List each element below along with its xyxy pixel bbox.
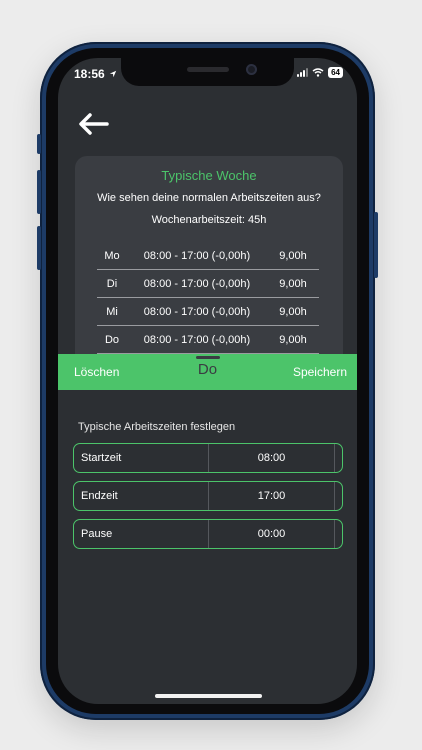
battery-icon: 64 (328, 67, 343, 78)
day-label: Mo (104, 249, 120, 262)
sheet-action-bar: Löschen Do Speichern (58, 354, 357, 390)
start-time-field[interactable]: Startzeit 08:00 (73, 443, 343, 473)
card-question: Wie sehen deine normalen Arbeitszeiten a… (97, 192, 321, 204)
field-label: Endzeit (74, 482, 209, 510)
day-label: Mi (106, 305, 118, 318)
hours-total: 9,00h (279, 249, 307, 262)
day-label: Do (104, 333, 120, 346)
status-time: 18:56 (74, 67, 117, 81)
cellular-signal-icon (297, 68, 309, 77)
arrow-left-icon[interactable] (76, 110, 110, 138)
section-label: Typische Arbeitszeiten festlegen (78, 421, 236, 433)
hours-total: 9,00h (279, 333, 307, 346)
week-row-do[interactable]: Do 08:00 - 17:00 (-0,00h) 9,00h (97, 326, 319, 354)
speaker (187, 67, 229, 72)
week-row-mi[interactable]: Mi 08:00 - 17:00 (-0,00h) 9,00h (97, 298, 319, 326)
time-range: 08:00 - 17:00 (-0,00h) (143, 333, 251, 346)
hours-total: 9,00h (279, 305, 307, 318)
notch (121, 58, 294, 86)
side-button-silent (37, 134, 41, 154)
week-row-di[interactable]: Di 08:00 - 17:00 (-0,00h) 9,00h (97, 270, 319, 298)
pause-value[interactable]: 00:00 (209, 520, 335, 548)
time-range: 08:00 - 17:00 (-0,00h) (143, 249, 251, 262)
side-button-volume-down (37, 226, 41, 270)
save-button[interactable]: Speichern (293, 365, 347, 379)
typical-week-card: Typische Woche Wie sehen deine normalen … (75, 156, 343, 366)
side-button-power (374, 212, 378, 278)
hours-total: 9,00h (279, 277, 307, 290)
status-indicators: 64 (297, 67, 343, 78)
end-time-field[interactable]: Endzeit 17:00 (73, 481, 343, 511)
time-range: 08:00 - 17:00 (-0,00h) (143, 277, 251, 290)
week-table: Mo 08:00 - 17:00 (-0,00h) 9,00h Di 08:00… (97, 242, 319, 354)
delete-button[interactable]: Löschen (74, 365, 119, 379)
pause-field[interactable]: Pause 00:00 (73, 519, 343, 549)
sheet-drag-handle[interactable] (196, 356, 220, 359)
week-row-mo[interactable]: Mo 08:00 - 17:00 (-0,00h) 9,00h (97, 242, 319, 270)
field-label: Pause (74, 520, 209, 548)
wifi-icon (312, 68, 324, 77)
start-time-value[interactable]: 08:00 (209, 444, 335, 472)
weekly-hours: Wochenarbeitszeit: 45h (151, 214, 267, 226)
app-screen: 18:56 64 Typische Woche Wie sehen deine … (58, 58, 357, 704)
side-button-volume-up (37, 170, 41, 214)
time-range: 08:00 - 17:00 (-0,00h) (143, 305, 251, 318)
field-label: Startzeit (74, 444, 209, 472)
location-icon (109, 70, 117, 78)
card-title: Typische Woche (161, 168, 257, 183)
home-indicator[interactable] (155, 694, 262, 698)
end-time-value[interactable]: 17:00 (209, 482, 335, 510)
day-label: Di (106, 277, 118, 290)
camera (246, 64, 257, 75)
